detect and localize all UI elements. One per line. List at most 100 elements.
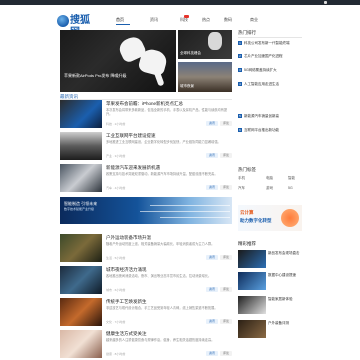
news-card[interactable]: 工业互联网平台建设提速 多地推进工业互联网建设，企业数字化转型步伐加快，产业链协…: [60, 132, 232, 160]
nav-item-home[interactable]: 首页: [116, 17, 124, 23]
hero-main-caption: 苹果新款AirPods Pro发布 降噪升级: [64, 73, 127, 78]
site-header: 搜狐网 首页 资讯 科技 热点 数码 商业: [0, 5, 360, 38]
category-pill[interactable]: 资讯: [206, 121, 218, 126]
news-meta: 健康 · 8小时前: [106, 352, 126, 356]
news-title[interactable]: 新能源汽车迎来发展新机遇: [106, 165, 232, 171]
tag-link[interactable]: 电脑: [266, 176, 273, 181]
recommend-thumbnail: [238, 296, 266, 314]
nav-item-hot[interactable]: 热点: [202, 17, 210, 23]
news-summary: 非遗技艺与现代设计融合，手工艺品受到年轻人青睐，线上销售渠道不断拓展。: [106, 306, 218, 310]
rank-badge: 2: [238, 54, 242, 58]
news-thumbnail: [60, 298, 102, 326]
news-meta: 文化 · 7小时前: [106, 320, 126, 324]
recommend-item[interactable]: 新品发布会现场直击: [238, 250, 302, 268]
category-pill[interactable]: 资讯: [206, 351, 218, 356]
news-thumbnail: [60, 132, 102, 160]
news-title[interactable]: 户外运动装备市场升温: [106, 235, 232, 241]
comment-pill[interactable]: 评论: [220, 255, 232, 260]
news-card[interactable]: 苹果发布会前瞻：iPhone新机亮点汇总 本次发布会将带来多款新品，包括全新的手…: [60, 100, 232, 128]
news-title[interactable]: 健康生活方式受关注: [106, 331, 232, 337]
hot-badge: [184, 15, 189, 18]
recommend-item[interactable]: 户外装备评测: [238, 320, 302, 338]
shopping-bag-icon[interactable]: [324, 1, 327, 4]
comment-pill[interactable]: 评论: [220, 153, 232, 158]
promo-banner[interactable]: 智能制造 引领未来 数字技术赋能产业升级: [60, 197, 232, 224]
news-card[interactable]: 城市夜经济活力涌现 各地推出夜间消费活动，夜市、演出等业态丰富市民生活，拉动消费…: [60, 266, 232, 294]
recommend-thumbnail: [238, 320, 266, 338]
portrait-image: [208, 32, 222, 50]
comment-pill[interactable]: 评论: [220, 287, 232, 292]
news-card[interactable]: 传统手工艺焕发新生 非遗技艺与现代设计融合，手工艺品受到年轻人青睐，线上销售渠道…: [60, 298, 232, 326]
decor-line: [160, 217, 230, 218]
recommend-text: 智能家居新体验: [268, 297, 293, 301]
ad-line-1: 云计算: [240, 210, 254, 215]
news-summary: 越来越多的人注重健康饮食与规律作息，健身、养生相关话题热度持续走高。: [106, 338, 215, 342]
hot-list-item[interactable]: 4 人工智能应用走进生活: [238, 82, 302, 87]
tag-link[interactable]: 智能: [288, 176, 295, 181]
rank-badge: 4: [238, 82, 242, 86]
ad-banner[interactable]: 云计算 助力数字化转型: [238, 205, 302, 231]
nav-active-indicator: [116, 24, 130, 25]
news-title[interactable]: 传统手工艺焕发新生: [106, 299, 232, 305]
tag-link[interactable]: 5G: [288, 186, 293, 190]
news-thumbnail: [60, 234, 102, 262]
comment-pill[interactable]: 评论: [220, 351, 232, 356]
tag-link[interactable]: 汽车: [238, 186, 245, 191]
category-pill[interactable]: 资讯: [206, 319, 218, 324]
hero-side-bottom-caption: 城市夜景: [180, 84, 194, 88]
news-thumbnail: [60, 164, 102, 192]
hot-list-item[interactable]: 3 5G网络覆盖持续扩大: [238, 68, 302, 73]
news-meta: 汽车 · 4小时前: [106, 186, 126, 190]
hot-list-item[interactable]: 1 科技公司发布新一代智能终端: [238, 41, 302, 46]
news-summary: 政策支持与技术突破双重驱动，新能源汽车市场持续升温，配套设施不断完善。: [106, 172, 218, 176]
hero-side-top-caption: 全球科技峰会: [180, 51, 201, 55]
nav-item-news[interactable]: 资讯: [150, 17, 158, 23]
news-title[interactable]: 城市夜经济活力涌现: [106, 267, 232, 273]
site-logo[interactable]: 搜狐网: [57, 14, 93, 38]
hot-list-item[interactable]: 2 芯片产业加速国产化进程: [238, 54, 302, 59]
news-thumbnail: [60, 100, 102, 128]
recommend-item[interactable]: 智能家居新体验: [238, 296, 302, 314]
news-card[interactable]: 户外运动装备市场升温 随着户外运动热度上涨，相关装备销量大幅增长，年轻消费者成为…: [60, 234, 232, 262]
category-pill[interactable]: 资讯: [206, 153, 218, 158]
decor-line: [140, 211, 230, 212]
news-thumbnail: [60, 266, 102, 294]
recommend-text: 新品发布会现场直击: [268, 251, 300, 255]
ad-line-2: 助力数字化转型: [240, 218, 272, 223]
news-summary: 各地推出夜间消费活动，夜市、演出等业态丰富市民生活，拉动消费增长。: [106, 274, 212, 278]
comment-pill[interactable]: 评论: [220, 185, 232, 190]
recommend-text: 数据中心建设提速: [268, 273, 296, 277]
nav-item-business[interactable]: 商业: [250, 17, 258, 23]
news-card[interactable]: 健康生活方式受关注 越来越多的人注重健康饮食与规律作息，健身、养生相关话题热度持…: [60, 330, 232, 358]
tag-link[interactable]: 游戏: [266, 186, 273, 191]
rank-badge: 1: [238, 41, 242, 45]
category-pill[interactable]: 资讯: [206, 255, 218, 260]
rank-badge: 6: [238, 128, 242, 132]
news-title[interactable]: 工业互联网平台建设提速: [106, 133, 232, 139]
hero-side-bottom-image[interactable]: 城市夜景: [178, 62, 232, 92]
recommend-thumbnail: [238, 250, 266, 268]
hot-list-item[interactable]: 5 新能源汽车销量创新高: [238, 114, 302, 119]
nav-item-digital[interactable]: 数码: [224, 17, 232, 23]
recommend-item[interactable]: 数据中心建设提速: [238, 272, 302, 290]
comment-pill[interactable]: 评论: [220, 121, 232, 126]
recommend-thumbnail: [238, 272, 266, 290]
tag-link[interactable]: 手机: [238, 176, 245, 181]
news-card[interactable]: 新能源汽车迎来发展新机遇 政策支持与技术突破双重驱动，新能源汽车市场持续升温，配…: [60, 164, 232, 192]
ad-graphic: [281, 209, 299, 227]
news-summary: 多地推进工业互联网建设，企业数字化转型步伐加快，产业链协同能力显著增强。: [106, 140, 221, 144]
recommend-title: 精彩推荐: [238, 241, 256, 246]
category-pill[interactable]: 资讯: [206, 287, 218, 292]
news-meta: 科技 · 2小时前: [106, 122, 126, 126]
news-title[interactable]: 苹果发布会前瞻：iPhone新机亮点汇总: [106, 101, 232, 107]
rank-badge: 5: [238, 114, 242, 118]
category-pill[interactable]: 资讯: [206, 185, 218, 190]
hot-list-item[interactable]: 6 互联网平台推出新功能: [238, 128, 302, 133]
news-meta: 生活 · 5小时前: [106, 256, 126, 260]
comment-pill[interactable]: 评论: [220, 319, 232, 324]
hot-ranking-title: 热门排行: [238, 30, 256, 35]
globe-logo-icon: [57, 15, 69, 27]
hero-side-top-image[interactable]: 全球科技峰会: [178, 30, 232, 59]
news-meta: 城市 · 6小时前: [106, 288, 126, 292]
hero-main-image[interactable]: 苹果新款AirPods Pro发布 降噪升级: [60, 30, 176, 92]
